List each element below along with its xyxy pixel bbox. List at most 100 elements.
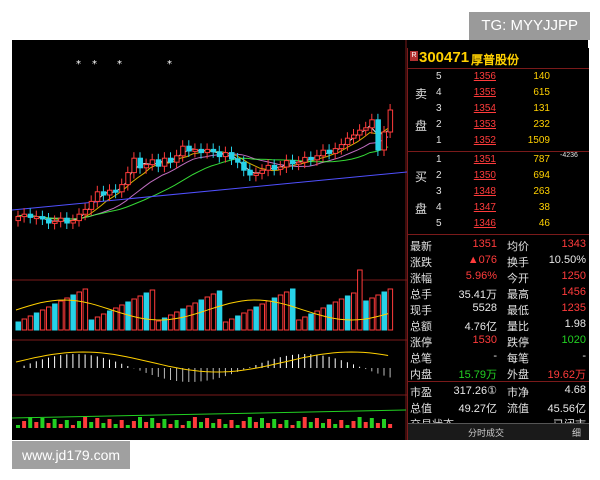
- candle-body: [192, 148, 198, 152]
- volume-bar: [296, 319, 302, 331]
- buy-row[interactable]: 4 1347 38: [408, 200, 589, 216]
- quote-label: 涨幅: [410, 273, 432, 285]
- volume-bar: [155, 320, 162, 331]
- candle-body: [46, 218, 52, 224]
- bottom-bar: [296, 421, 301, 428]
- buy-row[interactable]: 5 1346 46: [408, 216, 589, 232]
- volume-bar: [332, 301, 339, 331]
- bottom-bar: [205, 418, 210, 428]
- stock-badge: R: [410, 51, 418, 61]
- buy-price: 1350: [473, 170, 496, 181]
- bottom-bar: [144, 422, 149, 428]
- sell-volume: 140: [533, 71, 550, 82]
- bottom-bar: [308, 422, 313, 428]
- tab-detail[interactable]: 细: [572, 426, 581, 439]
- sell-row[interactable]: 2 1353 232: [408, 117, 589, 133]
- quote-label: 每笔: [507, 353, 529, 365]
- candle-body: [52, 220, 58, 224]
- kline-chart-area[interactable]: * * * *: [12, 40, 407, 440]
- volume-bar: [308, 313, 314, 331]
- sell-row[interactable]: 3 1354 131: [408, 101, 589, 117]
- buy-row[interactable]: 2 1350 694: [408, 168, 589, 184]
- bottom-bar: [101, 423, 106, 428]
- stock-terminal-window: * * * * R 300471 厚普股份 卖 盘 5 1356 140 4 1355 615 3…: [12, 40, 589, 440]
- quote-value: 1530: [472, 334, 497, 346]
- candle-body: [39, 216, 46, 220]
- sell-price: 1352: [473, 135, 496, 146]
- volume-bar: [363, 300, 369, 331]
- candle-body: [283, 160, 290, 168]
- tab-timeshare-trades[interactable]: 分时成交: [468, 426, 504, 439]
- kline-chart-svg[interactable]: * * * *: [12, 40, 407, 440]
- candle-body: [344, 137, 351, 146]
- quote-value: -: [493, 350, 497, 362]
- candle-body: [21, 213, 28, 218]
- sell-row[interactable]: 1 1352 1509: [408, 133, 589, 149]
- quote-value: ▲076: [467, 254, 497, 266]
- candle-body: [137, 157, 143, 169]
- volume-bar: [283, 291, 290, 331]
- candle-body: [58, 217, 64, 222]
- bottom-bar: [22, 421, 27, 428]
- bottom-bar: [241, 421, 246, 428]
- sell-volume: 615: [533, 87, 550, 98]
- volume-bar: [39, 309, 46, 331]
- volume-bar: [76, 291, 82, 331]
- buy-price: 1348: [473, 186, 496, 197]
- quote-row: 内盘 15.79万 外盘 19.62万: [408, 365, 589, 381]
- bottom-bar: [64, 420, 69, 428]
- volume-bar: [137, 295, 143, 331]
- bottom-bar: [290, 425, 295, 428]
- bottom-bar: [223, 424, 228, 428]
- volume-bar: [235, 315, 241, 331]
- bottom-bar: [351, 421, 356, 428]
- stock-name[interactable]: 厚普股份: [471, 51, 519, 68]
- quote-value: 5.96%: [465, 270, 497, 282]
- volume-bar: [27, 315, 34, 331]
- stock-code[interactable]: 300471: [419, 49, 469, 66]
- quote-label: 跌停: [507, 337, 529, 349]
- quote-label: 市盈: [410, 387, 432, 399]
- quote-value: 10.50%: [548, 254, 586, 266]
- bottom-bar: [113, 424, 118, 428]
- candle-body: [180, 145, 186, 157]
- buy-row[interactable]: 1 1351 787 -4236: [408, 152, 589, 168]
- sell-row[interactable]: 5 1356 140: [408, 69, 589, 85]
- bottom-bar: [327, 419, 332, 428]
- volume-bar: [265, 300, 272, 331]
- bottom-bar: [314, 418, 319, 428]
- bottom-bar: [321, 423, 325, 428]
- bottom-bar: [70, 425, 75, 428]
- bottom-bar: [131, 421, 136, 428]
- bottom-bar: [138, 417, 142, 428]
- candle-body: [76, 213, 82, 222]
- quote-row: 总额 4.76亿 量比 1.98: [408, 317, 589, 333]
- buy-note: -4236: [560, 152, 578, 159]
- quote-label: 流值: [507, 403, 529, 415]
- event-marker: *: [167, 59, 172, 70]
- trend-line: [12, 171, 407, 211]
- quote-row: 总手 35.41万 最高 1456: [408, 285, 589, 301]
- quote-value: 49.27亿: [458, 403, 497, 415]
- volume-bar: [198, 299, 204, 331]
- bottom-bar: [302, 417, 307, 428]
- bottom-line: [12, 409, 407, 419]
- quote-panel: R 300471 厚普股份 卖 盘 5 1356 140 4 1355 615 3 1354 1…: [407, 48, 589, 440]
- candle-body: [375, 119, 381, 151]
- bottom-tabs: 分时成交 细: [408, 423, 589, 440]
- candle-body: [210, 148, 217, 153]
- buy-volume: 46: [538, 218, 550, 229]
- quote-value: 1456: [561, 286, 586, 298]
- candle-body: [314, 155, 320, 161]
- buy-volume: 787: [533, 154, 550, 165]
- candle-body: [27, 213, 34, 218]
- quote-label: 涨跌: [410, 257, 432, 269]
- candle-body: [351, 134, 357, 139]
- bottom-bar: [95, 418, 100, 428]
- sell-row[interactable]: 4 1355 615: [408, 85, 589, 101]
- buy-row[interactable]: 3 1348 263: [408, 184, 589, 200]
- volume-bar: [52, 303, 58, 331]
- watermark-bottom: www.jd179.com: [12, 441, 131, 469]
- volume-bar: [168, 314, 174, 331]
- volume-bar: [357, 269, 363, 331]
